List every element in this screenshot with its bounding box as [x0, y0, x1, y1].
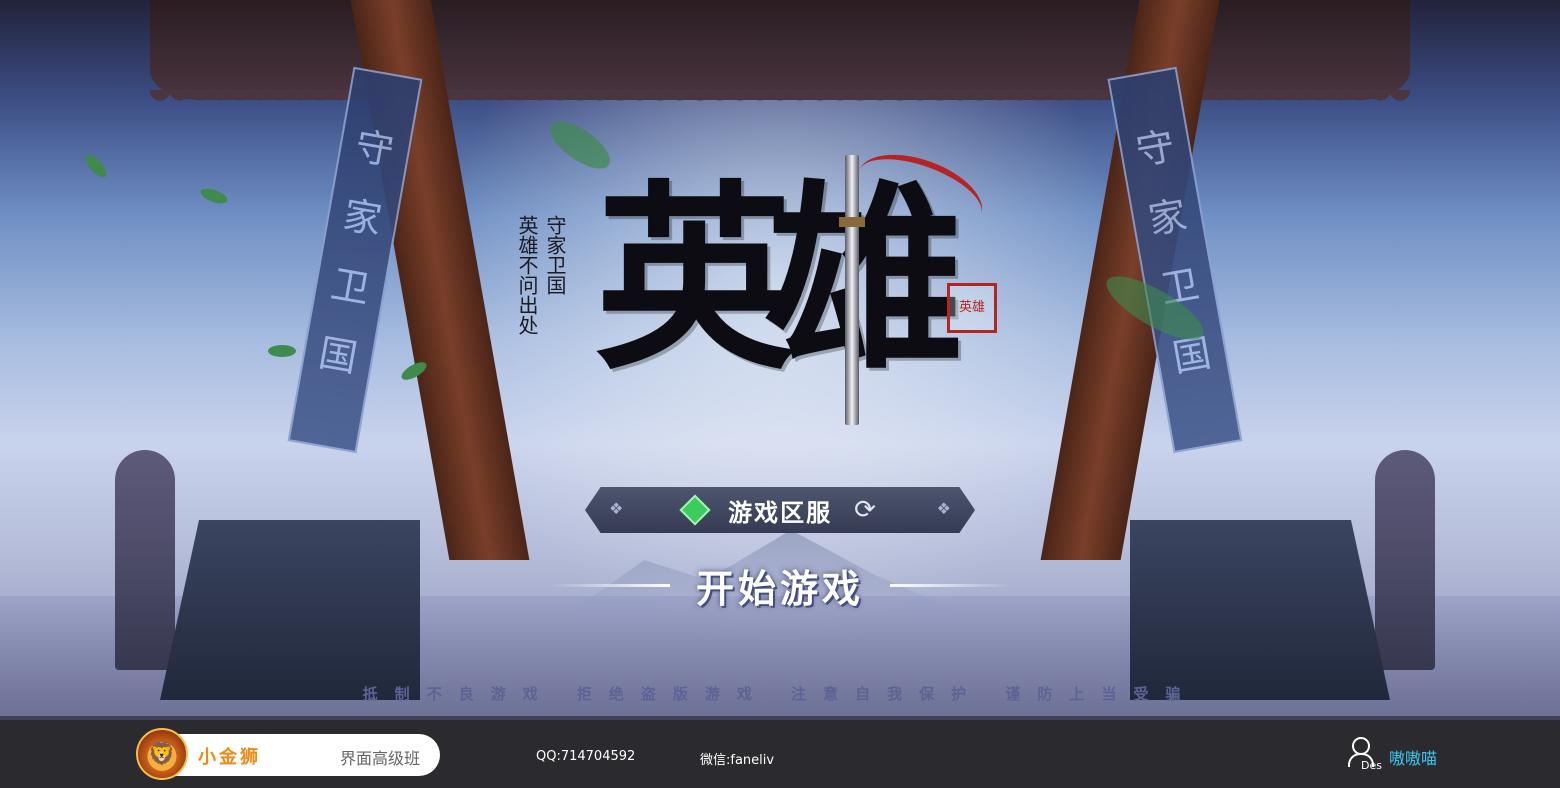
falling-leaf	[82, 151, 110, 181]
ornament-icon: ❖	[609, 499, 624, 518]
diamond-status-icon	[679, 494, 711, 526]
brand-name: 小金狮	[198, 747, 261, 768]
banner-char: 家	[339, 192, 385, 243]
health-notice: 抵制不良游戏 拒绝盗版游戏 注意自我保护 谨防上当受骗	[362, 685, 1198, 703]
start-game-button[interactable]: 开始游戏	[696, 558, 864, 613]
brand-badge[interactable]: 🦁 小金狮 界面高级班	[136, 728, 440, 780]
game-scene: 守 家 卫 国 守 家 卫 国 英雄不问出处 守家卫国 英雄 英雄 ❖ 游戏区服…	[0, 0, 1560, 716]
game-title: 英雄	[595, 162, 965, 397]
falling-leaf	[268, 345, 296, 357]
subtitle-line: 守家卫国	[543, 215, 567, 295]
brand-course: 界面高级班	[340, 749, 421, 768]
banner-char: 家	[1144, 192, 1191, 243]
banner-char: 国	[315, 330, 361, 381]
left-warrior-silhouette	[115, 450, 175, 670]
qq-contact: QQ:714704592	[536, 749, 636, 764]
subtitle-line: 英雄不问出处	[515, 215, 539, 335]
footer-bar: 🦁 小金狮 界面高级班 QQ:714704592 微信:faneliv Des …	[0, 716, 1560, 788]
falling-leaf	[198, 185, 230, 207]
right-pillar-base	[1130, 520, 1390, 700]
username[interactable]: 嗷嗷喵	[1389, 745, 1437, 769]
server-label: 游戏区服	[728, 498, 833, 527]
banner-char: 卫	[327, 261, 373, 312]
user-icon-label: Des	[1361, 759, 1382, 772]
server-select-button[interactable]: ❖ 游戏区服 ⟳ ❖	[585, 487, 975, 533]
lion-logo-icon: 🦁	[136, 728, 188, 780]
sword-decoration-right	[890, 584, 1010, 587]
user-icon[interactable]: Des	[1346, 735, 1386, 775]
right-swordsman-silhouette	[1375, 450, 1435, 670]
wechat-contact: 微信:faneliv	[700, 753, 775, 768]
sword-decoration-left	[550, 584, 670, 587]
logo-subtitle: 英雄不问出处 守家卫国	[515, 215, 571, 335]
gate-roof	[150, 0, 1410, 110]
start-area: 开始游戏	[550, 555, 1010, 615]
refresh-icon[interactable]: ⟳	[854, 497, 876, 523]
banner-char: 守	[1132, 123, 1178, 174]
left-pillar-base	[160, 520, 420, 700]
game-logo: 英雄不问出处 守家卫国 英雄 英雄	[515, 139, 997, 440]
red-seal-stamp: 英雄	[947, 283, 997, 333]
sword-icon	[839, 155, 865, 425]
ornament-icon: ❖	[936, 499, 951, 518]
banner-char: 守	[352, 123, 398, 174]
